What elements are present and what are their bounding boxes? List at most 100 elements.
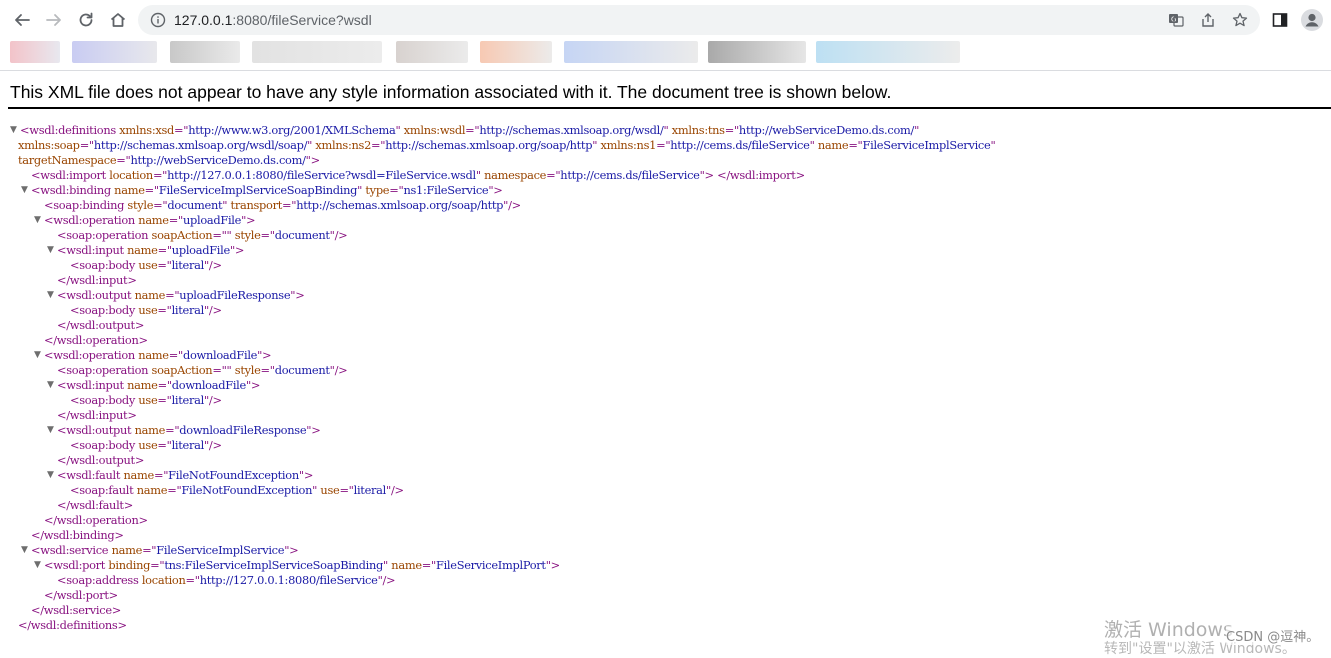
xml-attr-value: http://schemas.xmlsoap.org/wsdl/: [479, 123, 664, 137]
xml-tag-text: =": [465, 123, 480, 137]
xml-line: ▼ <wsdl:fault name="FileNotFoundException…: [0, 468, 995, 483]
xml-attr-name: soapAction: [151, 228, 213, 242]
xml-attr-value: http://127.0.0.1:8080/fileService?wsdl=F…: [167, 168, 476, 182]
xml-line: <soap:fault name="FileNotFoundException"…: [0, 483, 995, 498]
collapse-toggle-icon[interactable]: ▼: [34, 558, 44, 573]
xml-tag-text: =": [157, 438, 172, 452]
bookmark-item[interactable]: [170, 41, 240, 63]
bookmark-item[interactable]: [72, 41, 157, 63]
xml-line: </wsdl:input>: [0, 273, 995, 288]
xml-attr-value: http://cems.ds/fileService: [670, 138, 810, 152]
share-icon[interactable]: [1200, 12, 1216, 28]
xml-tag-text: "/>: [503, 198, 521, 212]
bookmark-item[interactable]: [480, 41, 552, 63]
xml-attr-name: name: [114, 183, 145, 197]
xml-line: </wsdl:service>: [0, 603, 995, 618]
bookmark-item[interactable]: [396, 41, 468, 63]
collapse-toggle-icon[interactable]: ▼: [34, 213, 44, 228]
url-text[interactable]: 127.0.0.1:8080/fileService?wsdl: [174, 5, 372, 35]
back-button[interactable]: [9, 7, 35, 33]
xml-attr-name: type: [365, 183, 390, 197]
xml-tag-text: ">: [284, 543, 299, 557]
xml-attr-value: http://webServiceDemo.ds.com/: [130, 153, 306, 167]
xml-tag-text: <wsdl:fault: [57, 468, 124, 482]
xml-attr-value: document: [274, 363, 330, 377]
xml-tag-text: =": [848, 138, 863, 152]
xml-tag-text: =": [724, 123, 739, 137]
xml-tag-text: =": [260, 228, 275, 242]
collapse-toggle-icon[interactable]: ▼: [47, 378, 57, 393]
home-button[interactable]: [105, 7, 131, 33]
xml-tag-text: =": [339, 483, 354, 497]
bookmark-item[interactable]: [564, 41, 698, 63]
xml-tag-text: =": [212, 228, 227, 242]
xml-attr-name: name: [134, 423, 166, 437]
xml-tag-text: <wsdl:output: [57, 423, 135, 437]
xml-attr-name: location: [109, 168, 153, 182]
xml-attr-name: xmlns:tns: [671, 123, 725, 137]
collapse-toggle-icon[interactable]: ▼: [47, 468, 57, 483]
forward-arrow-icon: [46, 14, 61, 26]
xml-tag-text: <soap:body: [70, 258, 139, 272]
collapse-toggle-icon[interactable]: ▼: [34, 348, 44, 363]
collapse-toggle-icon[interactable]: ▼: [47, 423, 57, 438]
collapse-toggle-icon[interactable]: ▼: [10, 123, 20, 138]
xml-attr-name: binding: [108, 558, 151, 572]
csdn-watermark: CSDN @逗神。: [1226, 626, 1320, 645]
xml-tag-text: <wsdl:input: [57, 378, 128, 392]
xml-tag-text: "/>: [329, 363, 348, 377]
xml-line: <soap:binding style="document" transport…: [0, 198, 995, 213]
xml-attr-value: downloadFileResponse: [179, 423, 307, 437]
xml-tag-text: =": [212, 363, 227, 377]
avatar-icon: [1301, 9, 1323, 31]
address-bar[interactable]: 127.0.0.1:8080/fileService?wsdl G: [138, 5, 1260, 35]
site-info-icon[interactable]: [150, 12, 166, 28]
xml-tag-text: <wsdl:port: [44, 558, 109, 572]
xml-tag-text: <soap:address: [57, 573, 142, 587]
url-port: :8080: [232, 12, 268, 28]
back-arrow-icon: [15, 14, 30, 26]
xml-attr-value: uploadFile: [171, 243, 230, 257]
xml-attr-name: name: [817, 138, 849, 152]
xml-attr-name: xmlns:xsd: [119, 123, 175, 137]
xml-attr-value: FileServiceImplService: [156, 543, 285, 557]
bookmark-star-icon[interactable]: [1232, 12, 1248, 28]
xml-tag-text: ": [395, 123, 404, 137]
xml-tag-text: "/>: [203, 393, 222, 407]
xml-line: <wsdl:import location="http://127.0.0.1:…: [0, 168, 995, 183]
bookmark-item[interactable]: [816, 41, 960, 63]
xml-tag-text: ": [475, 168, 485, 182]
collapse-toggle-icon[interactable]: ▼: [47, 288, 57, 303]
reload-icon: [79, 12, 93, 27]
xml-line: </wsdl:binding>: [0, 528, 995, 543]
collapse-toggle-icon[interactable]: ▼: [47, 243, 57, 258]
xml-tag-text: ": [990, 138, 996, 152]
xml-tag-text: ">: [306, 423, 321, 437]
xml-attr-value: http://127.0.0.1:8080/fileService: [199, 573, 378, 587]
side-panel-button[interactable]: [1268, 8, 1292, 32]
xml-attr-name: use: [138, 303, 158, 317]
xml-tag-text: <soap:operation: [57, 363, 152, 377]
bookmark-item[interactable]: [10, 41, 60, 63]
bookmark-item[interactable]: [708, 41, 806, 63]
xml-attr-value: uploadFileResponse: [179, 288, 291, 302]
xml-tag-text: "/>: [329, 228, 348, 242]
xml-attr-value: FileServiceImplService: [862, 138, 991, 152]
profile-button[interactable]: [1300, 8, 1324, 32]
forward-button[interactable]: [41, 7, 67, 33]
xml-tag-text: =": [421, 558, 436, 572]
xml-attr-value: FileNotFoundException: [168, 468, 299, 482]
xml-tag-text: </wsdl:fault>: [57, 498, 133, 512]
bookmark-item[interactable]: [252, 41, 382, 63]
reload-button[interactable]: [73, 7, 99, 33]
xml-attr-value: literal: [171, 303, 205, 317]
xml-line: </wsdl:port>: [0, 588, 995, 603]
xml-tag-text: ">: [290, 288, 305, 302]
xml-tag-text: <soap:operation: [57, 228, 152, 242]
translate-icon[interactable]: G: [1168, 12, 1184, 28]
url-path: /fileService?wsdl: [267, 12, 372, 28]
collapse-toggle-icon[interactable]: ▼: [21, 543, 31, 558]
xml-attr-value: FileNotFoundException: [181, 483, 313, 497]
collapse-toggle-icon[interactable]: ▼: [21, 183, 31, 198]
xml-tag-text: "/>: [203, 258, 222, 272]
